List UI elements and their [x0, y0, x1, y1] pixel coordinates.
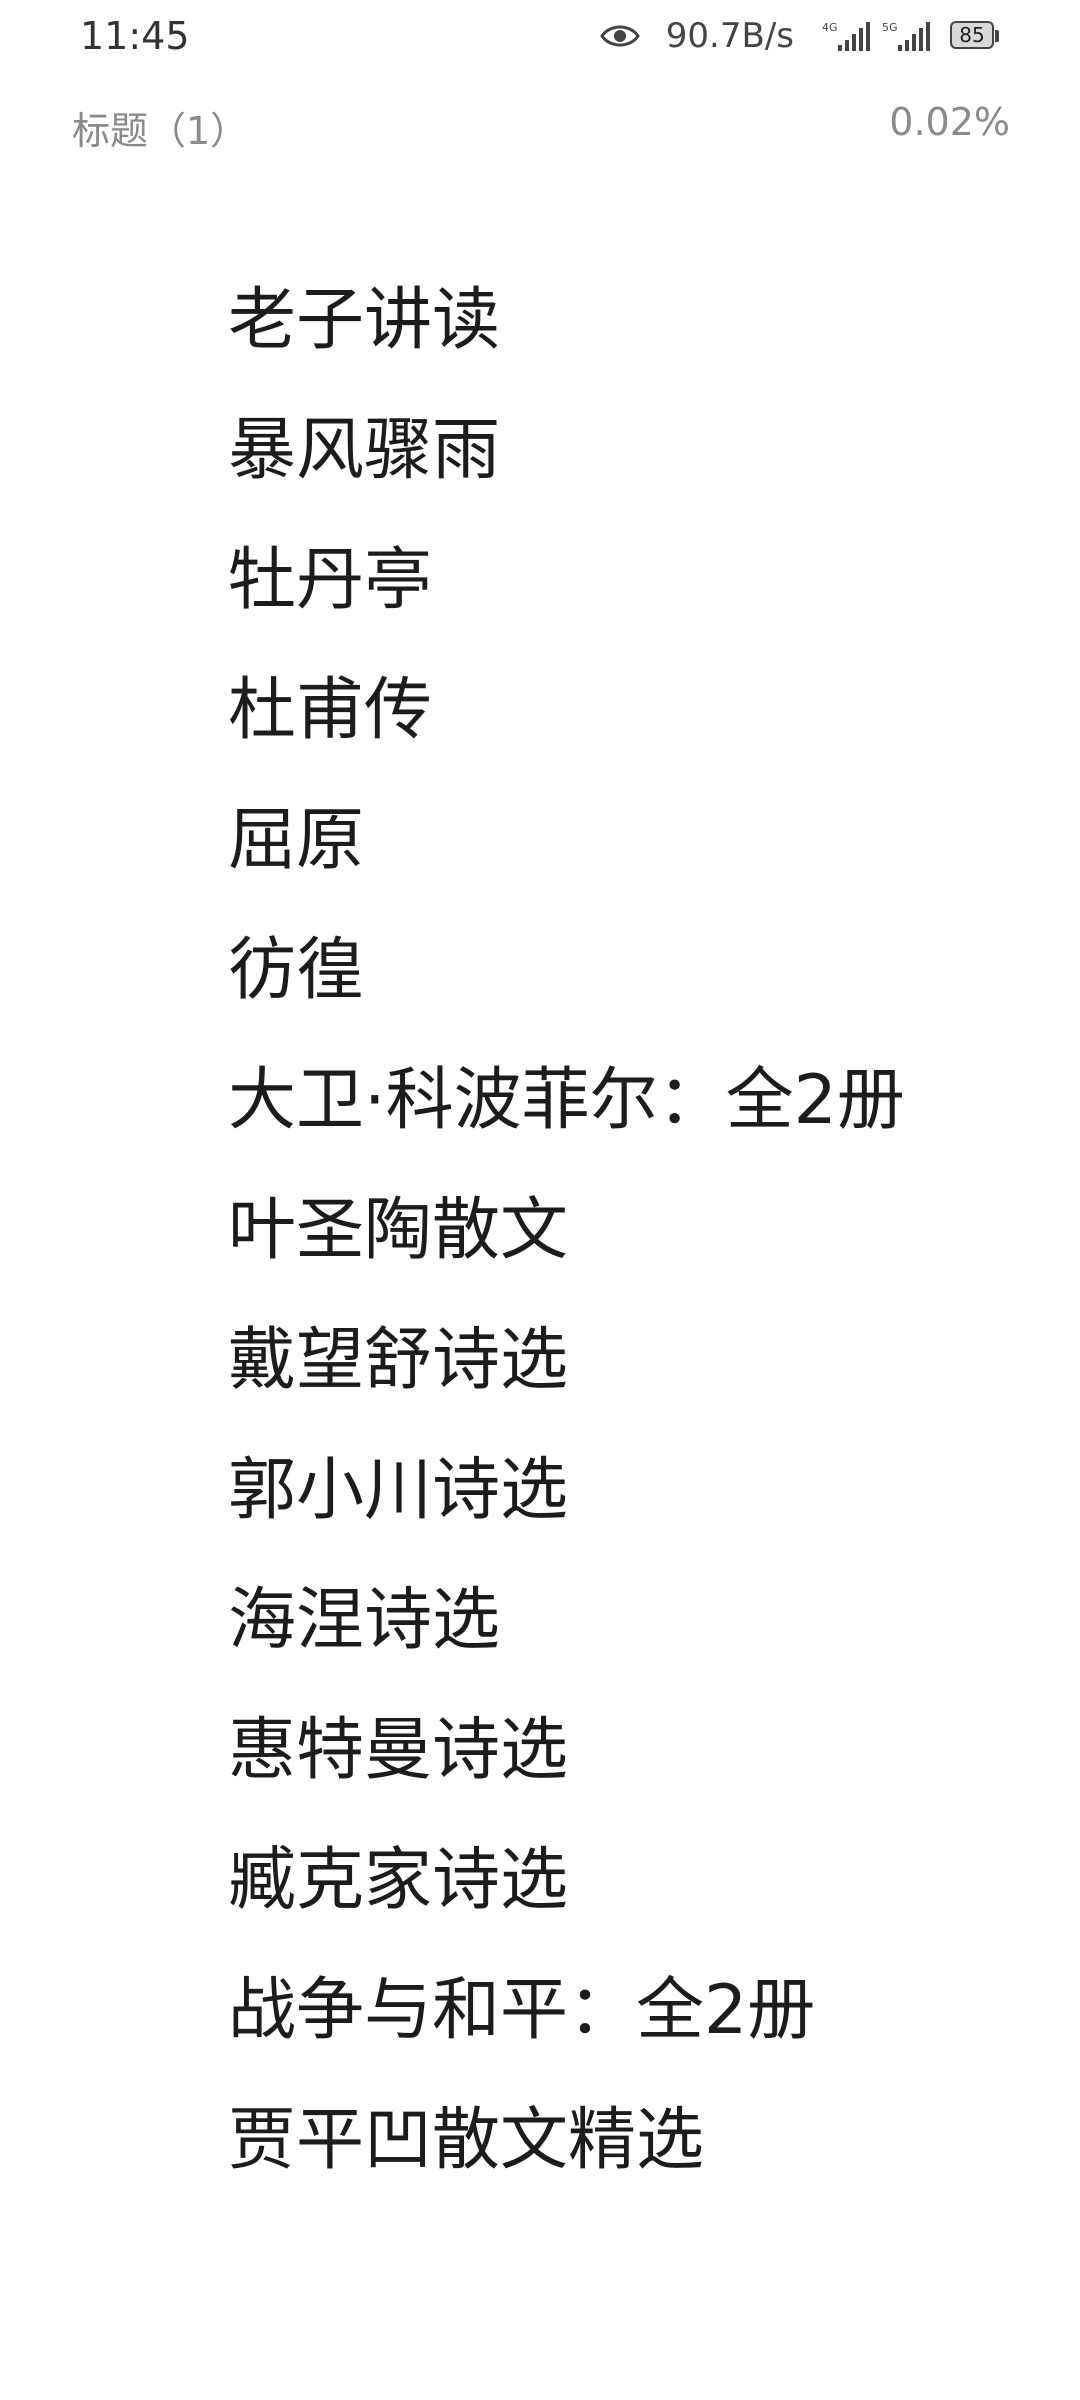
book-item[interactable]: 屈原: [228, 776, 1028, 906]
signal-5g-label: 5G: [882, 21, 898, 34]
status-icons: 90.7B/s 4G 5G 85: [599, 16, 1002, 56]
status-time: 11:45: [80, 14, 190, 58]
book-item[interactable]: 战争与和平：全2册: [228, 1946, 1028, 2076]
book-item[interactable]: 杜甫传: [228, 646, 1028, 776]
book-item[interactable]: 彷徨: [228, 906, 1028, 1036]
reader-header: 标题（1） 0.02%: [0, 96, 1080, 166]
book-item[interactable]: 老子讲读: [228, 256, 1028, 386]
book-item[interactable]: 戴望舒诗选: [228, 1296, 1028, 1426]
book-item[interactable]: 惠特曼诗选: [228, 1686, 1028, 1816]
book-item[interactable]: 海涅诗选: [228, 1556, 1028, 1686]
book-list: 老子讲读 暴风骤雨 牡丹亭 杜甫传 屈原 彷徨 大卫·科波菲尔：全2册 叶圣陶散…: [228, 256, 1028, 2206]
battery-icon: 85: [950, 21, 1002, 51]
book-item[interactable]: 郭小川诗选: [228, 1426, 1028, 1556]
signal-4g-icon: 4G: [822, 21, 870, 51]
eye-icon: [599, 25, 640, 47]
battery-level: 85: [959, 23, 985, 47]
signal-5g-icon: 5G: [882, 21, 930, 51]
book-item[interactable]: 大卫·科波菲尔：全2册: [228, 1036, 1028, 1166]
reading-progress: 0.02%: [889, 100, 1010, 144]
book-item[interactable]: 臧克家诗选: [228, 1816, 1028, 1946]
network-speed: 90.7B/s: [665, 16, 794, 56]
book-item[interactable]: 叶圣陶散文: [228, 1166, 1028, 1296]
signal-4g-label: 4G: [822, 21, 838, 34]
status-bar: 11:45 90.7B/s 4G 5G 85: [0, 0, 1080, 76]
chapter-title: 标题（1）: [72, 109, 249, 153]
book-item[interactable]: 贾平凹散文精选: [228, 2076, 1028, 2206]
book-item[interactable]: 暴风骤雨: [228, 386, 1028, 516]
book-item[interactable]: 牡丹亭: [228, 516, 1028, 646]
